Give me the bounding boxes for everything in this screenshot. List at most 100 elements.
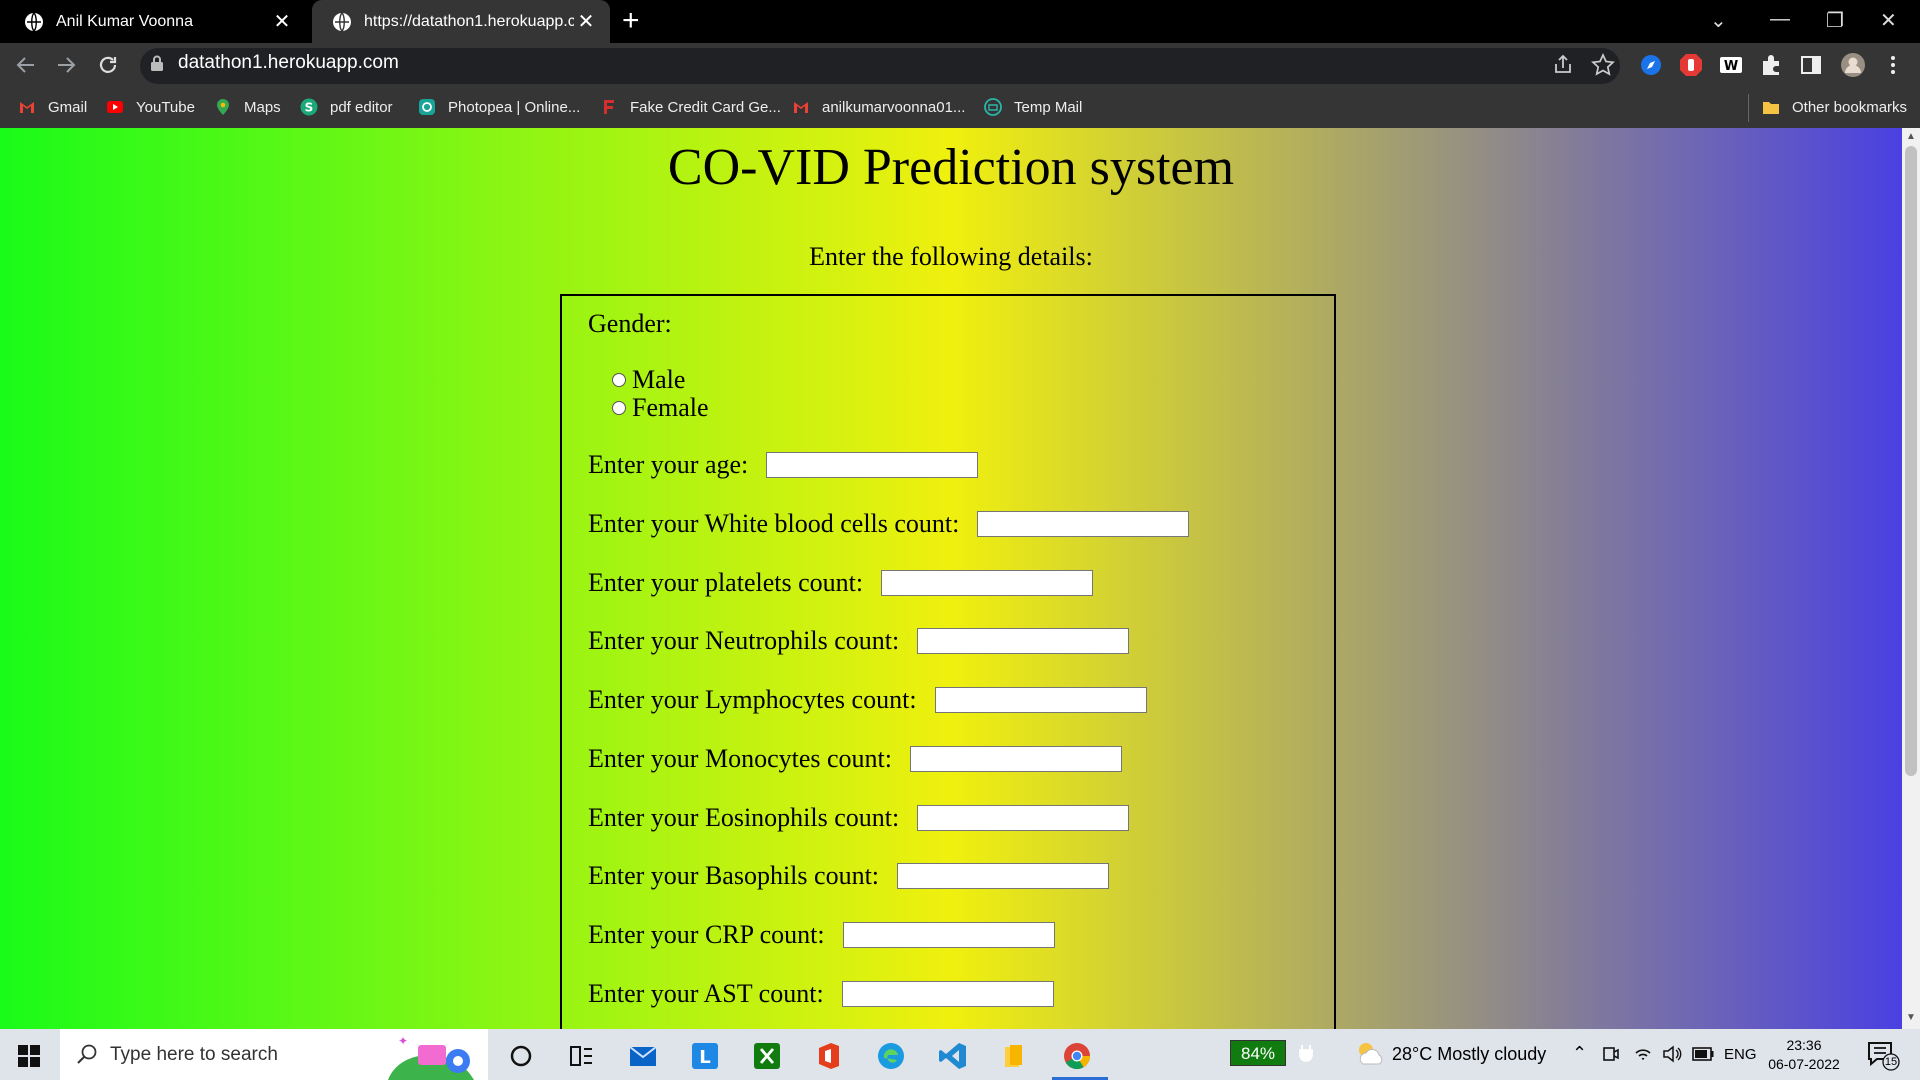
lymphocytes-input[interactable] (934, 687, 1147, 713)
xbox-icon[interactable] (752, 1041, 782, 1071)
search-highlight-illustration-icon: ✦ (388, 1034, 474, 1080)
female-radio[interactable] (612, 401, 626, 415)
gender-label: Gender: (588, 309, 672, 338)
tab-anil-kumar-voonna[interactable]: Anil Kumar Voonna ✕ (4, 0, 306, 43)
task-view-icon[interactable] (566, 1041, 596, 1071)
bookmark-gmail[interactable]: Gmail (18, 98, 87, 116)
platelets-input[interactable] (881, 570, 1094, 596)
minimize-icon[interactable]: — (1770, 8, 1790, 31)
bookmark-label: YouTube (136, 98, 195, 116)
clock-date: 06-07-2022 (1768, 1056, 1840, 1072)
close-window-icon[interactable]: ✕ (1880, 8, 1897, 33)
maps-pin-icon (217, 99, 229, 115)
battery-icon[interactable] (1692, 1047, 1714, 1061)
wifi-icon[interactable] (1634, 1045, 1652, 1063)
scroll-down-icon[interactable]: ▼ (1905, 1012, 1917, 1023)
other-bookmarks[interactable]: Other bookmarks (1762, 98, 1907, 116)
windows-taskbar: Type here to search ✦ L 84% 28°C Mostly … (0, 1029, 1920, 1080)
profile-avatar-icon[interactable] (1840, 52, 1866, 78)
bookmark-pdf-editor[interactable]: S pdf editor (300, 98, 393, 116)
edge-icon[interactable] (876, 1041, 906, 1071)
chrome-icon[interactable] (1062, 1041, 1092, 1071)
volume-icon[interactable] (1662, 1045, 1682, 1063)
platelets-label: Enter your platelets count: (588, 568, 864, 597)
bookmark-star-icon[interactable] (1590, 52, 1616, 78)
tab-bar: Anil Kumar Voonna ✕ https://datathon1.he… (0, 0, 1920, 43)
age-label: Enter your age: (588, 450, 749, 479)
bookmark-photopea[interactable]: Photopea | Online... (418, 98, 580, 116)
office-icon[interactable] (814, 1041, 844, 1071)
extensions-puzzle-icon[interactable] (1758, 52, 1784, 78)
bookmark-label: Temp Mail (1014, 98, 1083, 116)
female-label: Female (632, 393, 709, 422)
page-scrollbar[interactable]: ▲ ▼ (1902, 128, 1920, 1029)
age-input[interactable] (766, 452, 979, 478)
extension-compass-icon[interactable] (1638, 52, 1664, 78)
basophils-input[interactable] (897, 863, 1110, 889)
tab-close-icon[interactable]: ✕ (574, 9, 598, 34)
male-radio[interactable] (612, 373, 626, 387)
svg-text:W: W (1724, 59, 1738, 74)
field-crp: Enter your CRP count: (588, 920, 1055, 950)
file-explorer-icon[interactable] (1000, 1041, 1030, 1071)
battery-percentage: 84% (1230, 1040, 1286, 1066)
ast-input[interactable] (841, 981, 1054, 1007)
svg-text:L: L (699, 1047, 710, 1068)
vscode-icon[interactable] (938, 1041, 968, 1071)
lymphocytes-label: Enter your Lymphocytes count: (588, 685, 917, 714)
neutrophils-label: Enter your Neutrophils count: (588, 626, 900, 655)
eosinophils-input[interactable] (917, 805, 1130, 831)
tab-datathon[interactable]: https://datathon1.herokuapp.com ✕ (312, 0, 610, 43)
monocytes-input[interactable] (910, 746, 1122, 772)
wbc-input[interactable] (977, 511, 1190, 537)
show-hidden-icons-chevron-icon[interactable]: ⌃ (1572, 1043, 1587, 1064)
bookmark-fake-credit-card[interactable]: Fake Credit Card Ge... (600, 98, 781, 116)
field-platelets: Enter your platelets count: (588, 568, 1094, 598)
field-monocytes: Enter your Monocytes count: (588, 744, 1122, 774)
field-basophils: Enter your Basophils count: (588, 861, 1110, 891)
scroll-thumb[interactable] (1905, 146, 1917, 776)
scroll-up-icon[interactable]: ▲ (1905, 131, 1917, 142)
bookmark-maps[interactable]: Maps (214, 98, 281, 116)
extension-w-icon[interactable]: W (1718, 52, 1744, 78)
extension-adblock-icon[interactable] (1678, 52, 1704, 78)
eosinophils-label: Enter your Eosinophils count: (588, 803, 900, 832)
field-age: Enter your age: (588, 450, 979, 480)
bookmarks-divider (1748, 94, 1749, 122)
more-menu-icon[interactable] (1880, 52, 1906, 78)
tab-search-chevron-icon[interactable]: ⌄ (1710, 8, 1727, 33)
crp-input[interactable] (842, 922, 1055, 948)
taskbar-clock[interactable]: 23:36 06-07-2022 (1768, 1036, 1840, 1074)
field-ast: Enter your AST count: (588, 979, 1054, 1009)
restore-icon[interactable]: ❐ (1826, 8, 1844, 33)
bookmark-anilkumar-gmail[interactable]: anilkumarvoonna01... (792, 98, 965, 116)
globe-icon (25, 12, 43, 31)
monocytes-label: Enter your Monocytes count: (588, 744, 892, 773)
share-icon[interactable] (1550, 52, 1576, 78)
reload-icon[interactable] (96, 53, 120, 77)
search-icon (77, 1044, 97, 1064)
taskbar-search-box[interactable]: Type here to search ✦ (60, 1029, 488, 1080)
page-content: CO-VID Prediction system Enter the follo… (0, 128, 1902, 1029)
bookmark-youtube[interactable]: YouTube (106, 98, 195, 116)
tab-close-icon[interactable]: ✕ (270, 9, 294, 34)
bookmark-temp-mail[interactable]: Temp Mail (984, 98, 1082, 116)
neutrophils-input[interactable] (917, 628, 1130, 654)
gender-option-male[interactable]: Male (612, 365, 685, 395)
windows-start-icon[interactable] (18, 1045, 40, 1067)
wbc-label: Enter your White blood cells count: (588, 509, 960, 538)
folder-icon (1763, 102, 1779, 114)
back-icon[interactable] (14, 53, 38, 77)
language-indicator[interactable]: ENG (1724, 1046, 1757, 1063)
tab-title: Anil Kumar Voonna (56, 12, 193, 30)
side-panel-icon[interactable] (1798, 52, 1824, 78)
mail-icon[interactable] (628, 1041, 658, 1071)
meet-now-icon[interactable] (1602, 1045, 1620, 1063)
weather-text[interactable]: 28°C Mostly cloudy (1392, 1044, 1546, 1065)
gender-option-female[interactable]: Female (612, 393, 709, 423)
l-app-icon[interactable]: L (690, 1041, 720, 1071)
new-tab-icon[interactable]: + (622, 6, 640, 36)
cortana-icon[interactable] (506, 1041, 536, 1071)
browser-toolbar: datathon1.herokuapp.com W (0, 43, 1920, 88)
forward-icon[interactable] (54, 53, 78, 77)
